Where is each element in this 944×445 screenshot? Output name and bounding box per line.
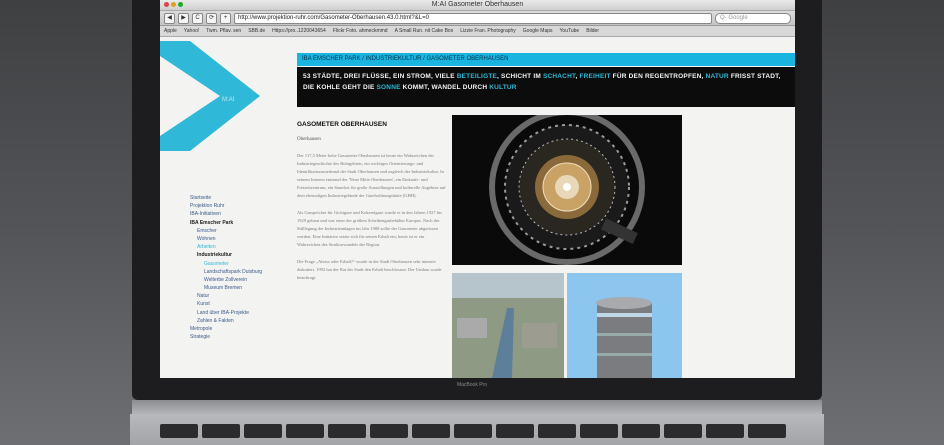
keyboard-key <box>496 424 534 438</box>
banner-link[interactable]: SONNE <box>377 84 401 91</box>
sidebar-nav-item[interactable]: Startseite <box>190 194 300 202</box>
keyboard-key <box>706 424 744 438</box>
banner-text: 53 STÄDTE, DREI FLÜSSE, EIN STROM, VIELE <box>303 73 457 80</box>
keyboard-key <box>370 424 408 438</box>
sidebar-nav-item[interactable]: Museum Bremen <box>190 284 300 292</box>
macbook-brand-label: MacBook Pro <box>456 382 487 388</box>
keyboard-key <box>160 424 198 438</box>
page-title: GASOMETER OBERHAUSEN <box>297 121 387 128</box>
back-button[interactable]: ◀ <box>164 12 175 24</box>
add-bookmark-button[interactable]: + <box>220 12 231 24</box>
keyboard-key <box>286 424 324 438</box>
keyboard-key <box>748 424 786 438</box>
keyboard-key <box>412 424 450 438</box>
window-title: M:AI Gasometer Oberhausen <box>431 1 524 8</box>
banner-text: KOMMT, WANDEL DURCH <box>400 84 490 91</box>
bookmark-item[interactable]: YouTube <box>560 26 580 36</box>
web-page: M:AI Startseite Projektion Ruhr IBA-Initia… <box>160 37 795 378</box>
banner-link[interactable]: NATUR <box>706 73 729 80</box>
stop-button[interactable]: ⟳ <box>206 12 217 24</box>
page-subtitle: Oberhausen <box>297 137 321 142</box>
sidebar-nav-item[interactable]: Gasometer <box>190 260 300 268</box>
bookmark-item[interactable]: Apple <box>164 26 177 36</box>
article-paragraph: Die Frage „Abriss oder Erhalt?“ wurde in… <box>297 259 442 280</box>
sidebar-nav-item[interactable]: Emscher <box>190 227 300 235</box>
sidebar-nav-item[interactable]: IBA Emscher Park <box>190 219 300 227</box>
sidebar-nav-item[interactable]: Strategie <box>190 333 300 341</box>
search-field[interactable]: Q- Google <box>715 12 791 24</box>
address-bar[interactable]: http://www.projektion-ruhr.com/Gasometer… <box>234 12 712 24</box>
bookmark-item[interactable]: A Small Run. nit Cake Box <box>395 26 454 36</box>
keyboard-key <box>454 424 492 438</box>
bookmark-item[interactable]: Google Maps <box>523 26 553 36</box>
svg-text:M:AI: M:AI <box>222 97 235 103</box>
sidebar-nav-item[interactable]: IBA-Initiativen <box>190 210 300 218</box>
article-paragraph: Als Gasspeicher für Gichtgase und Kokere… <box>297 210 442 247</box>
sidebar-nav-item[interactable]: Arbeiten <box>190 243 300 251</box>
keyboard-key <box>244 424 282 438</box>
banner-link[interactable]: SCHACHT <box>543 73 575 80</box>
sidebar-nav-item[interactable]: Projektion Ruhr <box>190 202 300 210</box>
keyboard-key <box>664 424 702 438</box>
laptop-screen: M:AI Gasometer Oberhausen ◀ ▶ C ⟳ + http… <box>160 0 795 378</box>
bookmark-item[interactable]: Twm. Pflav. sen <box>206 26 241 36</box>
keyboard-key <box>538 424 576 438</box>
sidebar-nav-item[interactable]: Industriekultur <box>190 251 300 259</box>
sidebar-nav-item[interactable]: Metropole <box>190 325 300 333</box>
gasometer-interior-photo[interactable] <box>452 115 682 265</box>
bookmark-item[interactable]: Flickr Foto. ahmeckmmd <box>333 26 388 36</box>
banner-text: FÜR DEN REGENTROPFEN, <box>610 73 706 80</box>
sidebar-nav-item[interactable]: Landschaftspark Duisburg <box>190 268 300 276</box>
bookmark-item[interactable]: Https://pro..1220043654 <box>272 26 326 36</box>
sidebar-nav-item[interactable]: Kunst <box>190 300 300 308</box>
site-logo: M:AI <box>160 41 260 151</box>
keyboard <box>130 414 824 445</box>
keyboard-key <box>328 424 366 438</box>
bookmark-item[interactable]: Lizzie Fran. Photography <box>460 26 516 36</box>
browser-titlebar: M:AI Gasometer Oberhausen <box>160 0 795 11</box>
bookmark-item[interactable]: SBB.de <box>248 26 265 36</box>
slogan-banner: 53 STÄDTE, DREI FLÜSSE, EIN STROM, VIELE… <box>297 67 795 107</box>
browser-toolbar: ◀ ▶ C ⟳ + http://www.projektion-ruhr.com… <box>160 11 795 26</box>
banner-link[interactable]: BETEILIGTE <box>457 73 497 80</box>
laptop-hinge <box>132 400 822 414</box>
bookmarks-bar: Apple Yahoo! Twm. Pflav. sen SBB.de Https://… <box>160 26 795 37</box>
breadcrumb[interactable]: IBA EMSCHER PARK / INDUSTRIEKULTUR / GAS… <box>297 53 795 66</box>
sidebar-nav-item[interactable]: Welterbe Zollverein <box>190 276 300 284</box>
gasometer-exterior-photo[interactable] <box>567 273 682 378</box>
article-body: Der 117,5 Meter hohe Gasometer Oberhause… <box>297 152 447 291</box>
keyboard-key <box>202 424 240 438</box>
banner-link[interactable]: KULTUR <box>489 84 516 91</box>
keyboard-key <box>622 424 660 438</box>
reload-button[interactable]: C <box>192 12 203 24</box>
sidebar-nav: Startseite Projektion Ruhr IBA-Initiativen… <box>190 194 300 341</box>
sidebar-nav-item[interactable]: Natur <box>190 292 300 300</box>
keyboard-key <box>580 424 618 438</box>
bookmark-item[interactable]: Yahoo! <box>184 26 199 36</box>
aerial-photo[interactable] <box>452 273 564 378</box>
banner-link[interactable]: FREIHEIT <box>579 73 610 80</box>
sidebar-nav-item[interactable]: Wohnen <box>190 235 300 243</box>
sidebar-nav-item[interactable]: Land über IBA-Projekte <box>190 309 300 317</box>
sidebar-nav-item[interactable]: Zahlen & Fakten <box>190 317 300 325</box>
forward-button[interactable]: ▶ <box>178 12 189 24</box>
bookmark-item[interactable]: Bilder <box>586 26 599 36</box>
article-paragraph: Der 117,5 Meter hohe Gasometer Oberhause… <box>297 153 446 198</box>
banner-text: , SCHICHT IM <box>497 73 543 80</box>
